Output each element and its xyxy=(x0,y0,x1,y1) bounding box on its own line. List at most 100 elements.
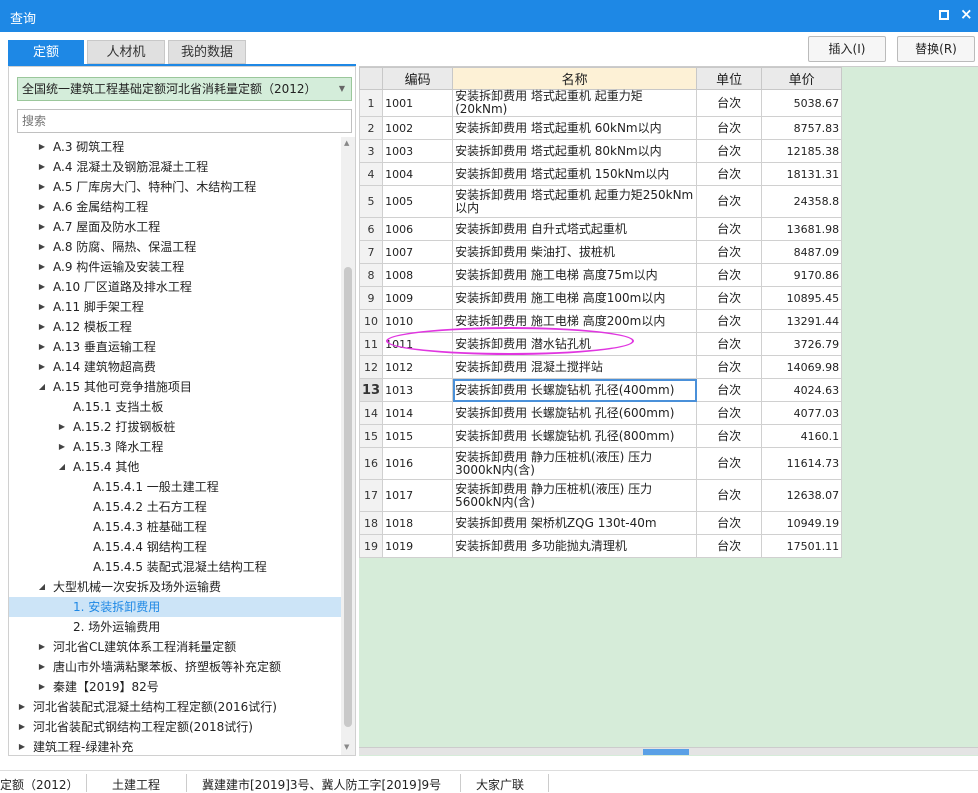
grid-row[interactable]: 9 1009 安装拆卸费用 施工电梯 高度100m以内 台次 10895.45 xyxy=(358,286,843,310)
cell-unit[interactable]: 台次 xyxy=(696,355,763,379)
cell-code[interactable]: 1006 xyxy=(382,217,454,241)
collapsed-caret-icon[interactable]: ▶ xyxy=(37,677,47,697)
tree-node[interactable]: ▶ A.6 金属结构工程 xyxy=(9,197,341,217)
cell-price[interactable]: 4077.03 xyxy=(761,401,843,425)
cell-price[interactable]: 5038.67 xyxy=(761,89,843,117)
row-number[interactable]: 15 xyxy=(358,424,384,448)
row-number[interactable]: 5 xyxy=(358,185,384,218)
row-number[interactable]: 19 xyxy=(358,534,384,558)
cell-unit[interactable]: 台次 xyxy=(696,89,763,117)
tree-node[interactable]: ▶ A.9 构件运输及安装工程 xyxy=(9,257,341,277)
tree-node[interactable]: ▶ A.12 模板工程 xyxy=(9,317,341,337)
cell-price[interactable]: 11614.73 xyxy=(761,447,843,480)
tree-node[interactable]: ◢ A.15.4 其他 xyxy=(9,457,341,477)
cell-price[interactable]: 13291.44 xyxy=(761,309,843,333)
tree-node[interactable]: ▶ A.15.2 打拔钢板桩 xyxy=(9,417,341,437)
cell-unit[interactable]: 台次 xyxy=(696,240,763,264)
row-number[interactable]: 14 xyxy=(358,401,384,425)
cell-price[interactable]: 8757.83 xyxy=(761,116,843,140)
cell-code[interactable]: 1005 xyxy=(382,185,454,218)
search-input[interactable] xyxy=(17,109,352,133)
collapsed-caret-icon[interactable]: ▶ xyxy=(37,157,47,177)
row-number[interactable]: 3 xyxy=(358,139,384,163)
tab-quota[interactable]: 定额 xyxy=(8,40,84,64)
row-number[interactable]: 17 xyxy=(358,479,384,512)
cell-price[interactable]: 10895.45 xyxy=(761,286,843,310)
cell-price[interactable]: 12638.07 xyxy=(761,479,843,512)
cell-name[interactable]: 安装拆卸费用 架桥机ZQG 130t-40m xyxy=(452,511,698,535)
collapsed-caret-icon[interactable]: ▶ xyxy=(37,657,47,677)
tree-node[interactable]: 1. 安装拆卸费用 xyxy=(9,597,341,617)
cell-price[interactable]: 4024.63 xyxy=(761,378,843,402)
column-header-price[interactable]: 单价 xyxy=(761,67,843,90)
cell-code[interactable]: 1016 xyxy=(382,447,454,480)
collapsed-caret-icon[interactable]: ▶ xyxy=(37,217,47,237)
collapsed-caret-icon[interactable]: ▶ xyxy=(37,257,47,277)
row-number[interactable]: 4 xyxy=(358,162,384,186)
grid-horizontal-scrollbar[interactable] xyxy=(359,747,978,755)
cell-code[interactable]: 1007 xyxy=(382,240,454,264)
scroll-down-icon[interactable]: ▼ xyxy=(344,743,349,751)
cell-price[interactable]: 13681.98 xyxy=(761,217,843,241)
row-number[interactable]: 12 xyxy=(358,355,384,379)
grid-row[interactable]: 14 1014 安装拆卸费用 长螺旋钻机 孔径(600mm) 台次 4077.03 xyxy=(358,401,843,425)
library-dropdown[interactable]: 全国统一建筑工程基础定额河北省消耗量定额（2012） ▼ xyxy=(17,77,352,101)
cell-unit[interactable]: 台次 xyxy=(696,116,763,140)
cell-name[interactable]: 安装拆卸费用 长螺旋钻机 孔径(800mm) xyxy=(452,424,698,448)
tree-node[interactable]: ▶ A.5 厂库房大门、特种门、木结构工程 xyxy=(9,177,341,197)
cell-name[interactable]: 安装拆卸费用 长螺旋钻机 孔径(400mm) xyxy=(452,378,698,402)
cell-price[interactable]: 17501.11 xyxy=(761,534,843,558)
cell-code[interactable]: 1008 xyxy=(382,263,454,287)
cell-unit[interactable]: 台次 xyxy=(696,401,763,425)
close-button[interactable]: × xyxy=(960,6,973,22)
cell-unit[interactable]: 台次 xyxy=(696,139,763,163)
collapsed-caret-icon[interactable]: ▶ xyxy=(37,137,47,157)
tree-node[interactable]: ▶ A.10 厂区道路及排水工程 xyxy=(9,277,341,297)
cell-unit[interactable]: 台次 xyxy=(696,424,763,448)
row-number[interactable]: 13 xyxy=(358,378,384,402)
grid-row[interactable]: 18 1018 安装拆卸费用 架桥机ZQG 130t-40m 台次 10949.19 xyxy=(358,511,843,535)
tree-node[interactable]: ◢ 大型机械一次安拆及场外运输费 xyxy=(9,577,341,597)
cell-code[interactable]: 1018 xyxy=(382,511,454,535)
cell-name[interactable]: 安装拆卸费用 塔式起重机 80kNm以内 xyxy=(452,139,698,163)
tree-node[interactable]: ▶ 河北省CL建筑体系工程消耗量定额 xyxy=(9,637,341,657)
tree-node[interactable]: A.15.1 支挡土板 xyxy=(9,397,341,417)
maximize-button[interactable] xyxy=(939,10,949,20)
expanded-caret-icon[interactable]: ◢ xyxy=(37,577,47,597)
collapsed-caret-icon[interactable]: ▶ xyxy=(37,177,47,197)
column-header-unit[interactable]: 单位 xyxy=(696,67,763,90)
collapsed-caret-icon[interactable]: ▶ xyxy=(37,297,47,317)
collapsed-caret-icon[interactable]: ▶ xyxy=(37,197,47,217)
collapsed-caret-icon[interactable]: ▶ xyxy=(57,437,67,457)
cell-unit[interactable]: 台次 xyxy=(696,263,763,287)
tree-node[interactable]: ▶ A.8 防腐、隔热、保温工程 xyxy=(9,237,341,257)
grid-row[interactable]: 2 1002 安装拆卸费用 塔式起重机 60kNm以内 台次 8757.83 xyxy=(358,116,843,140)
cell-code[interactable]: 1001 xyxy=(382,89,454,117)
cell-price[interactable]: 12185.38 xyxy=(761,139,843,163)
collapsed-caret-icon[interactable]: ▶ xyxy=(37,637,47,657)
collapsed-caret-icon[interactable]: ▶ xyxy=(17,737,27,755)
collapsed-caret-icon[interactable]: ▶ xyxy=(37,317,47,337)
grid-row[interactable]: 13 1013 安装拆卸费用 长螺旋钻机 孔径(400mm) 台次 4024.63 xyxy=(358,378,843,402)
cell-unit[interactable]: 台次 xyxy=(696,185,763,218)
cell-code[interactable]: 1013 xyxy=(382,378,454,402)
tab-my-data[interactable]: 我的数据 xyxy=(168,40,246,64)
collapsed-caret-icon[interactable]: ▶ xyxy=(17,717,27,737)
row-number[interactable]: 2 xyxy=(358,116,384,140)
cell-name[interactable]: 安装拆卸费用 自升式塔式起重机 xyxy=(452,217,698,241)
column-header-name[interactable]: 名称 xyxy=(452,67,698,90)
collapsed-caret-icon[interactable]: ▶ xyxy=(37,357,47,377)
cell-name[interactable]: 安装拆卸费用 施工电梯 高度75m以内 xyxy=(452,263,698,287)
column-header-code[interactable]: 编码 xyxy=(382,67,454,90)
cell-code[interactable]: 1003 xyxy=(382,139,454,163)
cell-unit[interactable]: 台次 xyxy=(696,286,763,310)
cell-price[interactable]: 8487.09 xyxy=(761,240,843,264)
grid-row[interactable]: 7 1007 安装拆卸费用 柴油打、拔桩机 台次 8487.09 xyxy=(358,240,843,264)
row-number[interactable]: 11 xyxy=(358,332,384,356)
collapsed-caret-icon[interactable]: ▶ xyxy=(37,277,47,297)
tree-node[interactable]: ▶ 河北省装配式混凝土结构工程定额(2016试行) xyxy=(9,697,341,717)
cell-name[interactable]: 安装拆卸费用 静力压桩机(液压) 压力3000kN内(含) xyxy=(452,447,698,480)
grid-row[interactable]: 16 1016 安装拆卸费用 静力压桩机(液压) 压力3000kN内(含) 台次 116… xyxy=(358,447,843,480)
tree-node[interactable]: ▶ 秦建【2019】82号 xyxy=(9,677,341,697)
cell-unit[interactable]: 台次 xyxy=(696,162,763,186)
